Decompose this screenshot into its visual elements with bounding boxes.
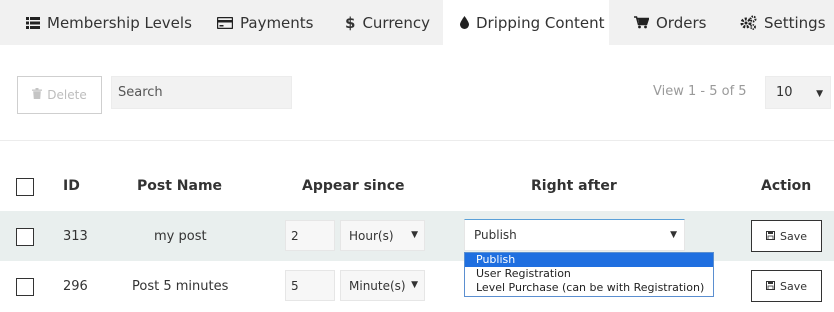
dropdown-option-user-registration[interactable]: User Registration bbox=[465, 267, 713, 281]
tab-payments[interactable]: Payments bbox=[217, 0, 313, 45]
appear-unit-value: Minute(s) bbox=[349, 278, 406, 293]
drop-icon bbox=[460, 16, 469, 29]
appear-amount-value: 2 bbox=[291, 228, 299, 243]
tab-currency[interactable]: $ Currency bbox=[345, 0, 430, 45]
tab-bar: Membership Levels Payments $ Currency Dr… bbox=[0, 0, 834, 45]
dropdown-option-publish[interactable]: Publish bbox=[465, 253, 713, 267]
tab-membership-levels[interactable]: Membership Levels bbox=[26, 0, 192, 45]
caret-down-icon: ▼ bbox=[670, 230, 677, 240]
cart-icon bbox=[634, 16, 649, 29]
pagination-info: View 1 - 5 of 5 bbox=[653, 84, 747, 99]
tab-label: Payments bbox=[240, 13, 314, 32]
caret-down-icon: ▼ bbox=[411, 280, 418, 290]
save-label: Save bbox=[779, 279, 807, 293]
per-page-select[interactable]: 10 ▼ bbox=[765, 76, 831, 109]
column-header-right-after[interactable]: Right after bbox=[531, 178, 617, 194]
row-checkbox[interactable] bbox=[16, 228, 34, 246]
appear-amount-input[interactable]: 5 bbox=[285, 270, 335, 301]
appear-unit-select[interactable]: Hour(s) ▼ bbox=[340, 220, 425, 251]
right-after-select[interactable]: Publish ▼ bbox=[464, 219, 685, 251]
credit-card-icon bbox=[217, 16, 233, 29]
trash-icon bbox=[32, 88, 43, 102]
tab-settings[interactable]: Settings bbox=[740, 0, 826, 45]
tab-label: Dripping Content bbox=[476, 13, 605, 32]
delete-label: Delete bbox=[47, 88, 87, 102]
gears-icon bbox=[740, 15, 757, 30]
search-input[interactable] bbox=[111, 76, 292, 109]
tab-label: Currency bbox=[362, 13, 431, 32]
appear-unit-value: Hour(s) bbox=[349, 228, 394, 243]
save-label: Save bbox=[779, 229, 807, 243]
row-post-name: Post 5 minutes bbox=[132, 279, 229, 294]
column-header-appear-since[interactable]: Appear since bbox=[302, 178, 405, 194]
row-checkbox[interactable] bbox=[16, 278, 34, 296]
tab-label: Orders bbox=[656, 13, 707, 32]
row-id: 313 bbox=[63, 229, 88, 244]
save-button[interactable]: Save bbox=[751, 220, 822, 252]
tab-label: Membership Levels bbox=[47, 13, 192, 32]
caret-down-icon: ▼ bbox=[411, 230, 418, 240]
row-post-name: my post bbox=[154, 229, 207, 244]
tab-dripping-content[interactable]: Dripping Content bbox=[443, 0, 609, 45]
right-after-value: Publish bbox=[474, 228, 517, 242]
select-all-checkbox[interactable] bbox=[16, 178, 34, 196]
column-header-action: Action bbox=[761, 178, 812, 194]
appear-amount-input[interactable]: 2 bbox=[285, 220, 335, 251]
dollar-icon: $ bbox=[345, 13, 356, 32]
right-after-dropdown: Publish User Registration Level Purchase… bbox=[464, 252, 714, 297]
appear-amount-value: 5 bbox=[291, 278, 299, 293]
column-header-id[interactable]: ID bbox=[63, 178, 80, 194]
column-header-post-name[interactable]: Post Name bbox=[137, 178, 222, 194]
appear-unit-select[interactable]: Minute(s) ▼ bbox=[340, 270, 425, 301]
floppy-disk-icon bbox=[765, 230, 775, 243]
divider bbox=[0, 140, 834, 141]
save-button[interactable]: Save bbox=[751, 270, 822, 302]
delete-button[interactable]: Delete bbox=[17, 76, 102, 114]
tab-label: Settings bbox=[764, 13, 826, 32]
list-icon bbox=[26, 16, 40, 29]
tab-orders[interactable]: Orders bbox=[634, 0, 706, 45]
dropdown-option-level-purchase[interactable]: Level Purchase (can be with Registration… bbox=[465, 281, 713, 295]
floppy-disk-icon bbox=[765, 280, 775, 293]
caret-down-icon: ▼ bbox=[816, 89, 823, 99]
row-id: 296 bbox=[63, 279, 88, 294]
per-page-value: 10 bbox=[776, 85, 793, 100]
